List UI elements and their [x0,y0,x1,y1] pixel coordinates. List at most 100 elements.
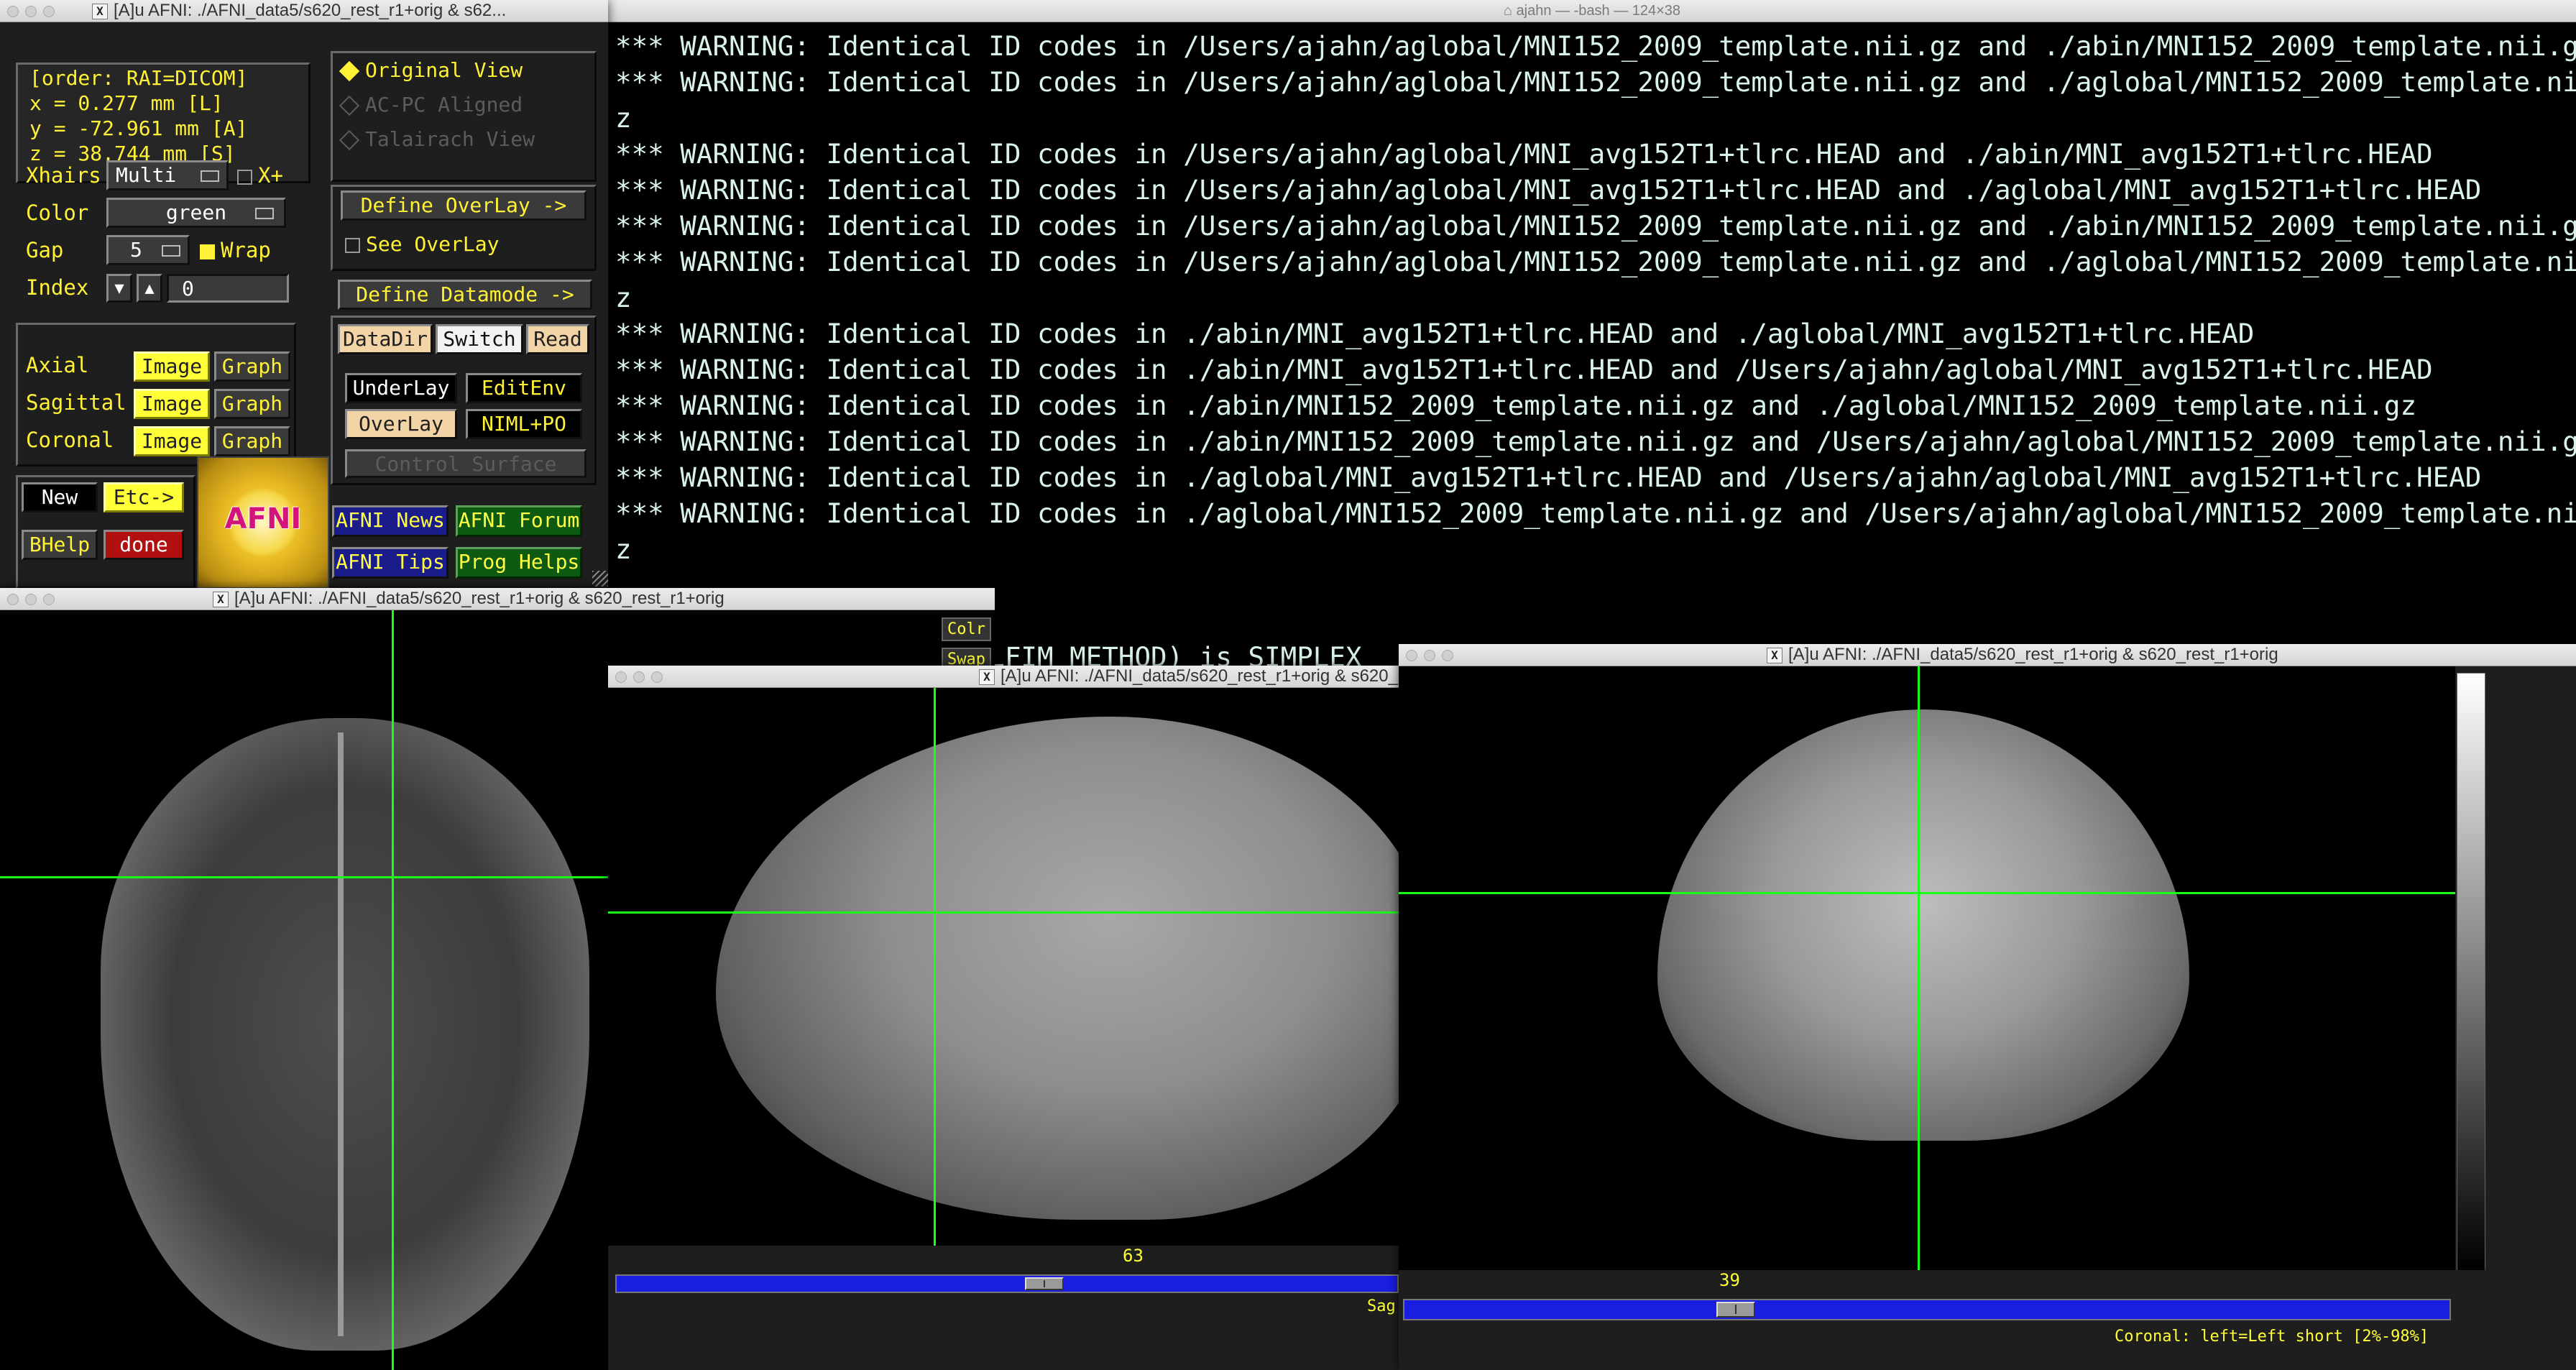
new-button[interactable]: New [22,482,98,512]
terminal-titlebar[interactable]: ⌂ ajahn — -bash — 124×38 [608,0,2576,22]
terminal-line: *** WARNING: Identical ID codes in /User… [615,246,2576,277]
checkbox-icon [345,237,360,253]
bhelp-button[interactable]: BHelp [22,530,98,560]
index-input[interactable]: 0 [167,274,289,303]
sagittal-graph-button[interactable]: Graph [214,389,290,419]
afni-logo[interactable]: AFNI [197,456,329,589]
sagittal-titlebar[interactable]: X [A]u AFNI: ./AFNI_data5/s620_rest_r1+or… [608,666,1399,688]
view-label-axial: Axial [26,353,89,377]
done-button[interactable]: done [104,530,184,560]
minimize-icon[interactable] [25,6,37,17]
window-controls[interactable] [7,6,61,22]
minimize-icon[interactable] [25,594,37,605]
index-label: Index [26,275,89,300]
home-icon: ⌂ [1503,3,1517,19]
x11-icon: X [1767,647,1782,663]
close-icon[interactable] [615,671,627,683]
axial-brain-slice [101,718,589,1351]
define-datamode-button[interactable]: Define Datamode -> [338,280,592,310]
editenv-button[interactable]: EditEnv [466,373,582,403]
afni-control-window: X [A]u AFNI: ./AFNI_data5/s620_rest_r1+or… [0,0,608,589]
sagittal-title: [A]u AFNI: ./AFNI_data5/s620_rest_r1+ori… [1000,666,1399,686]
wrap-toggle[interactable]: Wrap [200,238,271,262]
axial-titlebar[interactable]: X [A]u AFNI: ./AFNI_data5/s620_rest_r1+or… [0,588,995,610]
niml-po-button[interactable]: NIML+PO [466,409,582,439]
original-view-radio[interactable]: Original View [339,58,523,82]
close-icon[interactable] [7,6,19,17]
datadir-button[interactable]: DataDir [338,324,433,354]
zoom-icon[interactable] [43,6,55,17]
close-icon[interactable] [7,594,19,605]
prog-helps-button[interactable]: Prog Helps [456,547,582,579]
slider-knob[interactable] [1025,1277,1064,1290]
x11-icon: X [92,3,108,19]
slider-knob[interactable] [1716,1302,1755,1318]
index-down-arrow-icon[interactable]: ▼ [106,274,132,303]
coronal-image-button[interactable]: Image [134,426,210,456]
coronal-viewer-window: X [A]u AFNI: ./AFNI_data5/s620_rest_r1+or… [1399,644,2576,1370]
control-title: [A]u AFNI: ./AFNI_data5/s620_rest_r1+ori… [114,1,507,20]
view-label-sagittal: Sagittal [26,390,126,415]
define-overlay-button[interactable]: Define OverLay -> [341,190,586,221]
radio-selected-icon [339,60,360,82]
grayscale-colorbar[interactable] [2457,673,2485,1271]
terminal-line: *** WARNING: Identical ID codes in ./abi… [615,354,2433,385]
terminal-line: *** WARNING: Identical ID codes in /User… [615,30,2576,62]
read-button[interactable]: Read [526,324,589,354]
xplus-toggle[interactable]: X+ [237,163,283,188]
zoom-icon[interactable] [43,594,55,605]
x11-icon: X [213,591,229,607]
sagittal-image[interactable] [608,688,1399,1246]
terminal-line: *** WARNING: Identical ID codes in /User… [615,210,2576,242]
axial-graph-button[interactable]: Graph [214,351,290,382]
x11-icon: X [979,668,995,685]
option-menu-icon [201,170,219,182]
wrap-label: Wrap [221,238,271,262]
window-controls[interactable] [1406,650,1460,666]
zoom-icon[interactable] [651,671,663,683]
afni-tips-button[interactable]: AFNI Tips [332,547,448,579]
coronal-controls: 39 Coronal: left=Left short [2%-98%] [1399,1270,2576,1370]
sagittal-slice-value: 63 [1123,1246,1144,1266]
coronal-image[interactable] [1399,666,2455,1270]
minimize-icon[interactable] [633,671,645,683]
coronal-title: [A]u AFNI: ./AFNI_data5/s620_rest_r1+ori… [1788,645,2278,664]
terminal-line: *** WARNING: Identical ID codes in ./agl… [615,461,2482,493]
colr-button[interactable]: Colr [942,617,991,641]
talairach-view-radio: Talairach View [339,127,535,151]
window-controls[interactable] [7,594,61,610]
minimize-icon[interactable] [1424,650,1435,661]
axial-image-button[interactable]: Image [134,351,210,382]
switch-button[interactable]: Switch [436,324,523,354]
view-label-coronal: Coronal [26,428,114,452]
coronal-slice-slider[interactable] [1403,1299,2451,1320]
option-menu-icon [255,208,274,219]
crosshair-vertical [1918,666,1920,1270]
coronal-graph-button[interactable]: Graph [214,426,290,456]
resize-grip-icon[interactable] [592,571,608,587]
coronal-titlebar[interactable]: X [A]u AFNI: ./AFNI_data5/s620_rest_r1+or… [1399,644,2576,666]
xhairs-menu[interactable]: Multi [106,160,229,190]
afni-news-button[interactable]: AFNI News [332,505,448,537]
index-up-arrow-icon[interactable]: ▲ [137,274,162,303]
color-value: green [165,201,227,224]
gap-menu[interactable]: 5 [106,235,190,265]
logo-text: AFNI [224,502,302,535]
terminal-title: ajahn — -bash — 124×38 [1516,3,1681,19]
zoom-icon[interactable] [1442,650,1453,661]
overlay-button[interactable]: OverLay [345,409,457,439]
color-menu[interactable]: green [106,198,286,228]
sagittal-slice-slider[interactable] [615,1274,1399,1293]
close-icon[interactable] [1406,650,1417,661]
control-body: [order: RAI=DICOM] x = 0.277 mm [L] y = … [0,22,608,589]
talairach-view-label: Talairach View [365,127,535,151]
window-controls[interactable] [615,671,669,687]
underlay-button[interactable]: UnderLay [345,373,457,403]
control-titlebar[interactable]: X [A]u AFNI: ./AFNI_data5/s620_rest_r1+or… [0,0,608,22]
etc-button[interactable]: Etc-> [104,482,184,512]
crosshair-horizontal [608,911,1399,914]
terminal-line: *** WARNING: Identical ID codes in ./abi… [615,390,2417,421]
see-overlay-toggle[interactable]: See OverLay [345,232,499,256]
afni-forum-button[interactable]: AFNI Forum [456,505,582,537]
sagittal-image-button[interactable]: Image [134,389,210,419]
